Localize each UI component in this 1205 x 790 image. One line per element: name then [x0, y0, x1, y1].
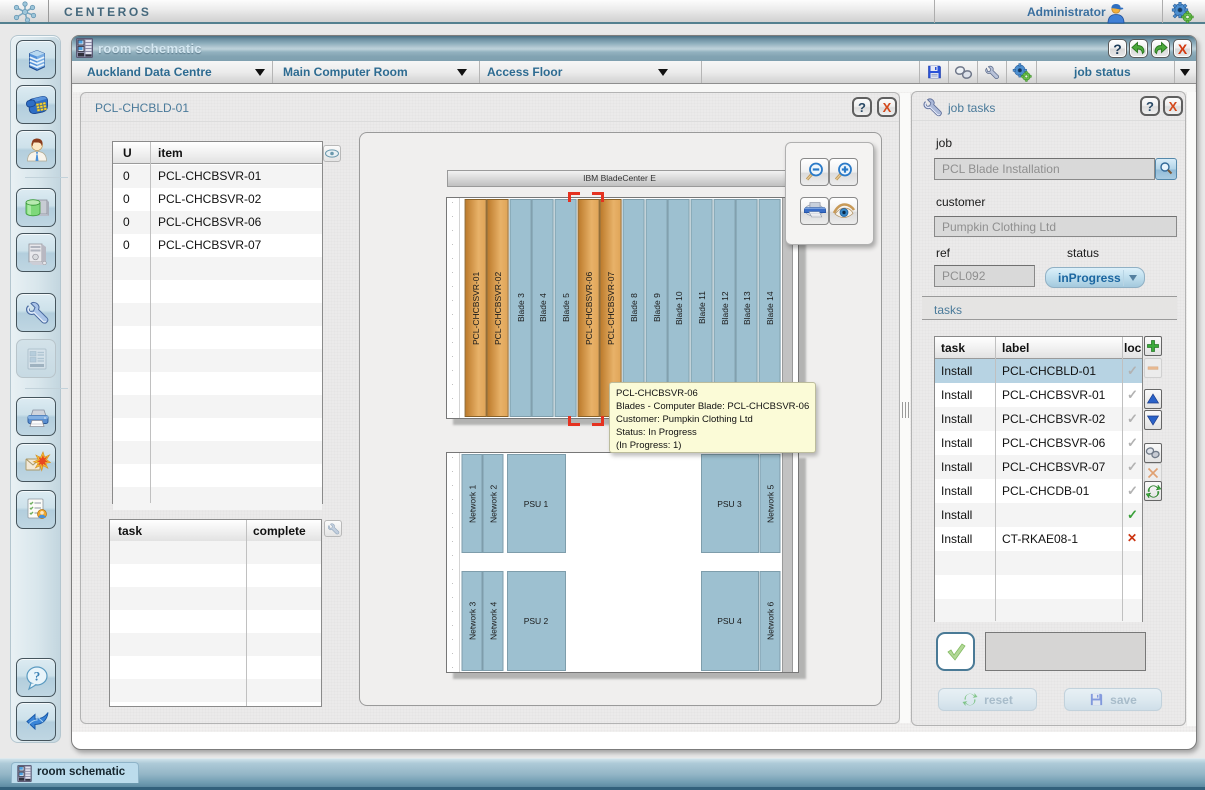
svg-text:?: ? — [34, 669, 41, 684]
